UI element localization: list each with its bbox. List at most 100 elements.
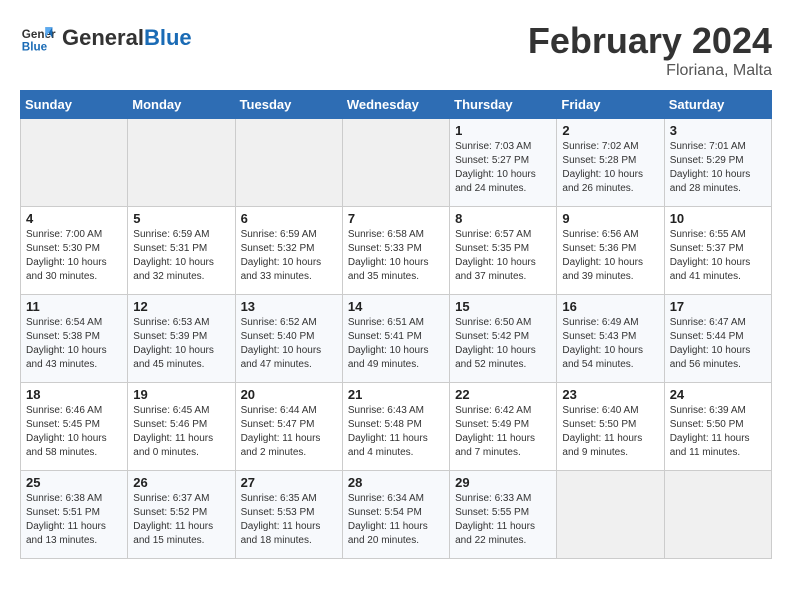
calendar-cell	[664, 471, 771, 559]
day-number: 10	[670, 211, 766, 226]
day-number: 3	[670, 123, 766, 138]
day-info: Sunrise: 6:45 AM Sunset: 5:46 PM Dayligh…	[133, 404, 229, 460]
day-info: Sunrise: 7:01 AM Sunset: 5:29 PM Dayligh…	[670, 140, 766, 196]
calendar-cell: 24Sunrise: 6:39 AM Sunset: 5:50 PM Dayli…	[664, 383, 771, 471]
day-number: 16	[562, 299, 658, 314]
weekday-row: SundayMondayTuesdayWednesdayThursdayFrid…	[21, 91, 772, 119]
day-info: Sunrise: 6:56 AM Sunset: 5:36 PM Dayligh…	[562, 228, 658, 284]
day-number: 20	[241, 387, 337, 402]
day-info: Sunrise: 6:54 AM Sunset: 5:38 PM Dayligh…	[26, 316, 122, 372]
day-info: Sunrise: 6:53 AM Sunset: 5:39 PM Dayligh…	[133, 316, 229, 372]
calendar-cell: 8 Sunrise: 6:57 AM Sunset: 5:35 PM Daylig…	[450, 207, 557, 295]
calendar-cell: 2Sunrise: 7:02 AM Sunset: 5:28 PM Daylig…	[557, 119, 664, 207]
calendar-cell	[342, 119, 449, 207]
day-info: Sunrise: 6:34 AM Sunset: 5:54 PM Dayligh…	[348, 492, 444, 548]
calendar-cell	[128, 119, 235, 207]
day-info: Sunrise: 6:52 AM Sunset: 5:40 PM Dayligh…	[241, 316, 337, 372]
day-info: Sunrise: 6:59 AM Sunset: 5:32 PM Dayligh…	[241, 228, 337, 284]
day-info: Sunrise: 6:46 AM Sunset: 5:45 PM Dayligh…	[26, 404, 122, 460]
logo: General Blue GeneralBlue	[20, 20, 192, 56]
title-area: February 2024 Floriana, Malta	[528, 20, 772, 80]
calendar-cell: 12 Sunrise: 6:53 AM Sunset: 5:39 PM Dayli…	[128, 295, 235, 383]
day-number: 29	[455, 475, 551, 490]
calendar-cell: 20 Sunrise: 6:44 AM Sunset: 5:47 PM Dayli…	[235, 383, 342, 471]
day-info: Sunrise: 6:59 AM Sunset: 5:31 PM Dayligh…	[133, 228, 229, 284]
day-info: Sunrise: 6:40 AM Sunset: 5:50 PM Dayligh…	[562, 404, 658, 460]
day-number: 15	[455, 299, 551, 314]
calendar-week-row: 11 Sunrise: 6:54 AM Sunset: 5:38 PM Dayli…	[21, 295, 772, 383]
calendar-cell: 26 Sunrise: 6:37 AM Sunset: 5:52 PM Dayli…	[128, 471, 235, 559]
day-info: Sunrise: 6:42 AM Sunset: 5:49 PM Dayligh…	[455, 404, 551, 460]
calendar-cell: 22 Sunrise: 6:42 AM Sunset: 5:49 PM Dayli…	[450, 383, 557, 471]
calendar-cell	[557, 471, 664, 559]
calendar-cell: 19 Sunrise: 6:45 AM Sunset: 5:46 PM Dayli…	[128, 383, 235, 471]
calendar-cell: 11 Sunrise: 6:54 AM Sunset: 5:38 PM Dayli…	[21, 295, 128, 383]
calendar-header: SundayMondayTuesdayWednesdayThursdayFrid…	[21, 91, 772, 119]
weekday-header: Monday	[128, 91, 235, 119]
day-info: Sunrise: 7:03 AM Sunset: 5:27 PM Dayligh…	[455, 140, 551, 196]
calendar-cell: 23 Sunrise: 6:40 AM Sunset: 5:50 PM Dayli…	[557, 383, 664, 471]
day-number: 17	[670, 299, 766, 314]
day-info: Sunrise: 6:49 AM Sunset: 5:43 PM Dayligh…	[562, 316, 658, 372]
logo-icon: General Blue	[20, 20, 56, 56]
day-info: Sunrise: 6:55 AM Sunset: 5:37 PM Dayligh…	[670, 228, 766, 284]
day-number: 7	[348, 211, 444, 226]
calendar-cell: 27Sunrise: 6:35 AM Sunset: 5:53 PM Dayli…	[235, 471, 342, 559]
day-info: Sunrise: 7:00 AM Sunset: 5:30 PM Dayligh…	[26, 228, 122, 284]
calendar-cell: 6Sunrise: 6:59 AM Sunset: 5:32 PM Daylig…	[235, 207, 342, 295]
calendar-cell	[235, 119, 342, 207]
day-info: Sunrise: 6:38 AM Sunset: 5:51 PM Dayligh…	[26, 492, 122, 548]
day-info: Sunrise: 6:51 AM Sunset: 5:41 PM Dayligh…	[348, 316, 444, 372]
day-info: Sunrise: 6:57 AM Sunset: 5:35 PM Dayligh…	[455, 228, 551, 284]
calendar-cell: 9Sunrise: 6:56 AM Sunset: 5:36 PM Daylig…	[557, 207, 664, 295]
day-info: Sunrise: 6:58 AM Sunset: 5:33 PM Dayligh…	[348, 228, 444, 284]
day-number: 19	[133, 387, 229, 402]
calendar-cell: 15 Sunrise: 6:50 AM Sunset: 5:42 PM Dayli…	[450, 295, 557, 383]
day-number: 1	[455, 123, 551, 138]
day-number: 28	[348, 475, 444, 490]
weekday-header: Tuesday	[235, 91, 342, 119]
day-number: 11	[26, 299, 122, 314]
page-subtitle: Floriana, Malta	[528, 62, 772, 80]
day-info: Sunrise: 6:44 AM Sunset: 5:47 PM Dayligh…	[241, 404, 337, 460]
day-number: 4	[26, 211, 122, 226]
day-number: 2	[562, 123, 658, 138]
logo-text: GeneralBlue	[62, 27, 192, 49]
day-number: 13	[241, 299, 337, 314]
calendar-cell: 10 Sunrise: 6:55 AM Sunset: 5:37 PM Dayli…	[664, 207, 771, 295]
calendar-cell: 25 Sunrise: 6:38 AM Sunset: 5:51 PM Dayli…	[21, 471, 128, 559]
day-number: 25	[26, 475, 122, 490]
calendar-cell: 4 Sunrise: 7:00 AM Sunset: 5:30 PM Daylig…	[21, 207, 128, 295]
day-number: 26	[133, 475, 229, 490]
calendar-cell: 17Sunrise: 6:47 AM Sunset: 5:44 PM Dayli…	[664, 295, 771, 383]
weekday-header: Friday	[557, 91, 664, 119]
day-number: 8	[455, 211, 551, 226]
svg-text:Blue: Blue	[22, 41, 48, 54]
calendar-table: SundayMondayTuesdayWednesdayThursdayFrid…	[20, 90, 772, 559]
logo-blue: Blue	[144, 25, 192, 50]
day-info: Sunrise: 6:43 AM Sunset: 5:48 PM Dayligh…	[348, 404, 444, 460]
day-info: Sunrise: 6:39 AM Sunset: 5:50 PM Dayligh…	[670, 404, 766, 460]
calendar-cell: 5Sunrise: 6:59 AM Sunset: 5:31 PM Daylig…	[128, 207, 235, 295]
calendar-week-row: 25 Sunrise: 6:38 AM Sunset: 5:51 PM Dayli…	[21, 471, 772, 559]
calendar-body: 1 Sunrise: 7:03 AM Sunset: 5:27 PM Daylig…	[21, 119, 772, 559]
calendar-week-row: 4 Sunrise: 7:00 AM Sunset: 5:30 PM Daylig…	[21, 207, 772, 295]
day-info: Sunrise: 6:37 AM Sunset: 5:52 PM Dayligh…	[133, 492, 229, 548]
day-number: 22	[455, 387, 551, 402]
day-number: 12	[133, 299, 229, 314]
page-header: General Blue GeneralBlue February 2024 F…	[20, 20, 772, 80]
calendar-week-row: 18Sunrise: 6:46 AM Sunset: 5:45 PM Dayli…	[21, 383, 772, 471]
calendar-cell: 16 Sunrise: 6:49 AM Sunset: 5:43 PM Dayli…	[557, 295, 664, 383]
day-info: Sunrise: 6:50 AM Sunset: 5:42 PM Dayligh…	[455, 316, 551, 372]
day-number: 23	[562, 387, 658, 402]
calendar-cell: 29Sunrise: 6:33 AM Sunset: 5:55 PM Dayli…	[450, 471, 557, 559]
calendar-cell: 7 Sunrise: 6:58 AM Sunset: 5:33 PM Daylig…	[342, 207, 449, 295]
weekday-header: Wednesday	[342, 91, 449, 119]
logo-general: General	[62, 25, 144, 50]
day-number: 14	[348, 299, 444, 314]
day-info: Sunrise: 6:35 AM Sunset: 5:53 PM Dayligh…	[241, 492, 337, 548]
page-title: February 2024	[528, 20, 772, 62]
calendar-cell: 18Sunrise: 6:46 AM Sunset: 5:45 PM Dayli…	[21, 383, 128, 471]
calendar-cell: 13 Sunrise: 6:52 AM Sunset: 5:40 PM Dayli…	[235, 295, 342, 383]
weekday-header: Saturday	[664, 91, 771, 119]
